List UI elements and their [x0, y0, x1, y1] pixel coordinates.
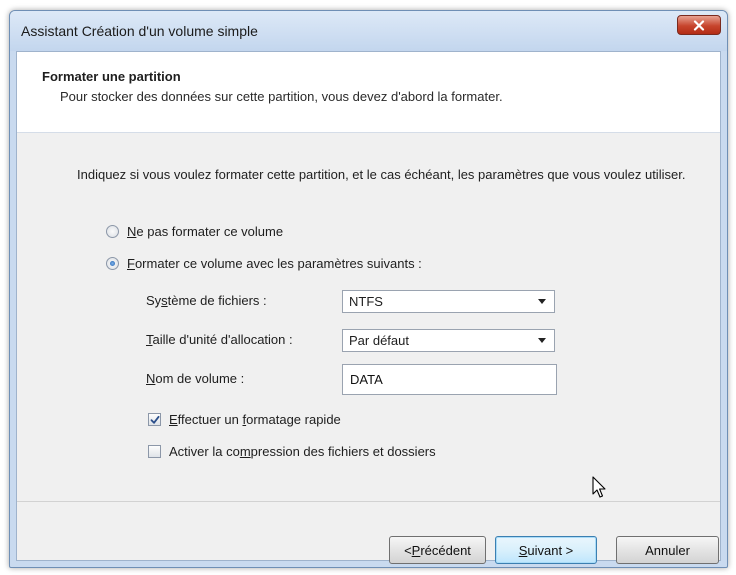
cancel-button[interactable]: Annuler: [616, 536, 719, 564]
intro-text: Indiquez si vous voulez formater cette p…: [77, 167, 686, 182]
radio-format[interactable]: Formater ce volume avec les paramètres s…: [106, 256, 422, 271]
page-title: Formater une partition: [42, 69, 181, 84]
mouse-pointer-icon: [592, 476, 606, 498]
radio-format-label: Formater ce volume avec les paramètres s…: [127, 256, 422, 271]
wizard-header: Formater une partition Pour stocker des …: [17, 52, 720, 133]
filesystem-value: NTFS: [349, 294, 383, 309]
wizard-window: Assistant Création d'un volume simple Fo…: [9, 10, 728, 568]
volume-name-input[interactable]: [342, 364, 557, 395]
close-icon: [693, 19, 705, 31]
quick-format-checkbox[interactable]: [148, 413, 161, 426]
window-title: Assistant Création d'un volume simple: [21, 23, 258, 39]
title-bar[interactable]: Assistant Création d'un volume simple: [10, 11, 727, 51]
wizard-client-area: Formater une partition Pour stocker des …: [16, 51, 721, 564]
next-button[interactable]: Suivant >: [495, 536, 597, 564]
allocation-label: Taille d'unité d'allocation :: [146, 332, 293, 347]
compression-label: Activer la compression des fichiers et d…: [169, 444, 436, 459]
allocation-value: Par défaut: [349, 333, 409, 348]
filesystem-select[interactable]: NTFS: [342, 290, 555, 313]
back-button[interactable]: < Précédent: [389, 536, 486, 564]
volume-name-label: Nom de volume :: [146, 371, 245, 386]
close-button[interactable]: [677, 15, 721, 35]
checkmark-icon: [150, 415, 159, 424]
filesystem-label: Système de fichiers :: [146, 293, 267, 308]
footer-separator: [17, 501, 720, 502]
radio-no-format[interactable]: Ne pas formater ce volume: [106, 224, 283, 239]
radio-format-indicator[interactable]: [106, 257, 119, 270]
allocation-select[interactable]: Par défaut: [342, 329, 555, 352]
wizard-body: Indiquez si vous voulez formater cette p…: [17, 134, 720, 564]
chevron-down-icon[interactable]: [538, 338, 546, 343]
compression-checkbox-row[interactable]: Activer la compression des fichiers et d…: [148, 444, 436, 459]
quick-format-checkbox-row[interactable]: Effectuer un formatage rapide: [148, 412, 341, 427]
radio-no-format-indicator[interactable]: [106, 225, 119, 238]
page-subtitle: Pour stocker des données sur cette parti…: [60, 89, 503, 104]
quick-format-label: Effectuer un formatage rapide: [169, 412, 341, 427]
radio-no-format-label: Ne pas formater ce volume: [127, 224, 284, 239]
compression-checkbox[interactable]: [148, 445, 161, 458]
chevron-down-icon[interactable]: [538, 299, 546, 304]
